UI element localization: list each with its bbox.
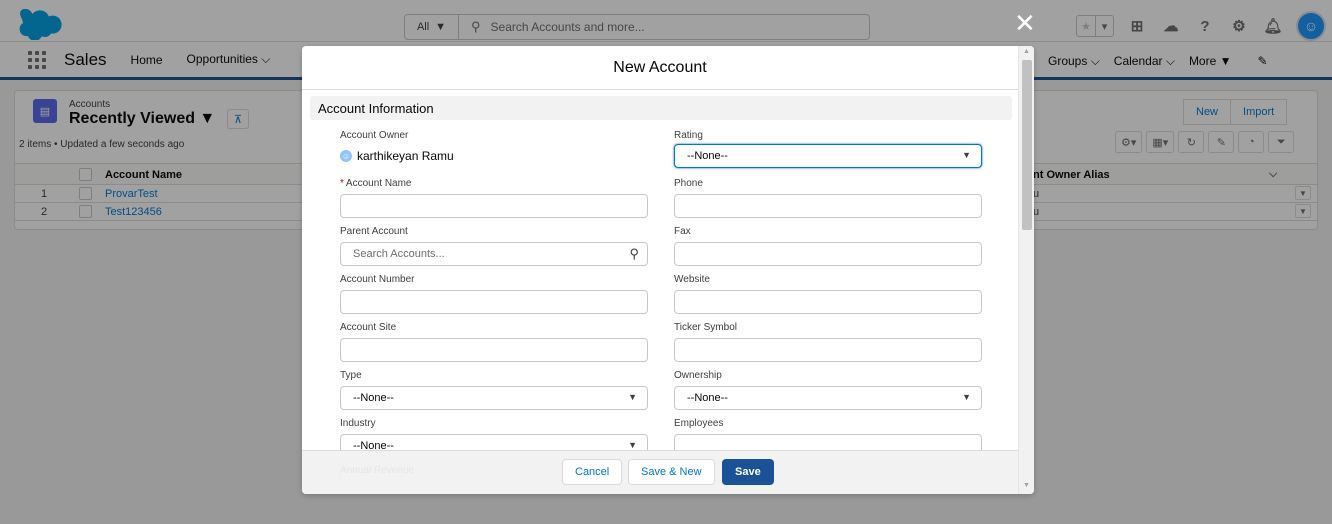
industry-label: Industry bbox=[340, 418, 376, 429]
section-header-account-information[interactable]: Account Information bbox=[310, 96, 1012, 120]
rating-value: --None-- bbox=[687, 150, 728, 162]
employees-label: Employees bbox=[674, 418, 724, 429]
modal-body: Account Information Account Owner ☺ kart… bbox=[302, 90, 1018, 450]
close-modal-x-icon[interactable]: ✕ bbox=[1014, 10, 1036, 36]
account-site-label: Account Site bbox=[340, 322, 397, 333]
modal-title: New Account bbox=[302, 46, 1018, 90]
new-account-modal: New Account Account Information Account … bbox=[302, 46, 1034, 494]
account-name-input[interactable] bbox=[340, 194, 648, 218]
scroll-down-arrow-icon[interactable]: ▼ bbox=[1023, 482, 1030, 489]
caret-down-icon: ▼ bbox=[962, 392, 971, 402]
modal-footer: Annual Revenue Cancel Save & New Save bbox=[302, 450, 1018, 494]
caret-down-icon: ▼ bbox=[962, 150, 971, 160]
website-input[interactable] bbox=[674, 290, 982, 314]
phone-label: Phone bbox=[674, 178, 703, 189]
cancel-button[interactable]: Cancel bbox=[562, 459, 623, 485]
rating-label: Rating bbox=[674, 130, 703, 141]
account-number-label: Account Number bbox=[340, 274, 415, 285]
account-owner-label: Account Owner bbox=[340, 130, 409, 141]
ownership-value: --None-- bbox=[687, 392, 728, 404]
type-value: --None-- bbox=[353, 392, 394, 404]
ticker-symbol-input[interactable] bbox=[674, 338, 982, 362]
ownership-select[interactable]: --None-- ▼ bbox=[674, 386, 982, 410]
scroll-up-arrow-icon[interactable]: ▲ bbox=[1023, 48, 1030, 55]
fax-input[interactable] bbox=[674, 242, 982, 266]
ownership-label: Ownership bbox=[674, 370, 722, 381]
save-and-new-button[interactable]: Save & New bbox=[628, 459, 715, 485]
account-name-label: * Account Name bbox=[340, 178, 412, 189]
rating-select[interactable]: --None-- ▼ bbox=[674, 144, 982, 168]
save-button[interactable]: Save bbox=[722, 459, 774, 485]
website-label: Website bbox=[674, 274, 710, 285]
search-icon: ⚲ bbox=[629, 246, 639, 261]
type-select[interactable]: --None-- ▼ bbox=[340, 386, 648, 410]
type-label: Type bbox=[340, 370, 362, 381]
parent-account-placeholder: Search Accounts... bbox=[353, 248, 445, 260]
annual-revenue-label: Annual Revenue bbox=[340, 465, 414, 476]
industry-select[interactable]: --None-- ▼ bbox=[340, 434, 648, 450]
fax-label: Fax bbox=[674, 226, 691, 237]
scroll-thumb[interactable] bbox=[1022, 60, 1032, 230]
industry-value: --None-- bbox=[353, 440, 394, 450]
ticker-symbol-label: Ticker Symbol bbox=[674, 322, 737, 333]
parent-account-label: Parent Account bbox=[340, 226, 408, 237]
phone-input[interactable] bbox=[674, 194, 982, 218]
parent-account-lookup[interactable]: Search Accounts... ⚲ bbox=[340, 242, 648, 266]
owner-avatar-icon: ☺ bbox=[340, 150, 352, 162]
account-owner-value: ☺ karthikeyan Ramu bbox=[340, 149, 454, 163]
caret-down-icon: ▼ bbox=[628, 440, 637, 450]
required-asterisk: * bbox=[340, 178, 344, 189]
account-site-input[interactable] bbox=[340, 338, 648, 362]
employees-input[interactable] bbox=[674, 434, 982, 450]
modal-scrollbar[interactable]: ▲ ▼ bbox=[1018, 46, 1034, 494]
account-number-input[interactable] bbox=[340, 290, 648, 314]
caret-down-icon: ▼ bbox=[628, 392, 637, 402]
